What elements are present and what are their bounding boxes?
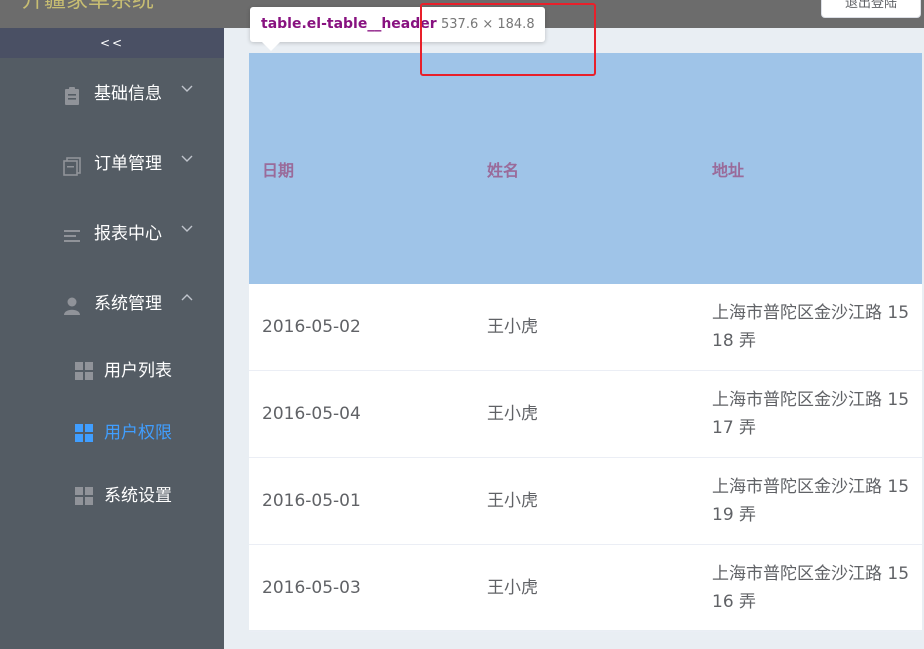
menu-label: 订单管理 <box>94 154 162 174</box>
cell-address: 上海市普陀区金沙江路 1518 弄 <box>712 303 910 351</box>
grid-icon <box>75 424 93 442</box>
cell-name: 王小虎 <box>487 404 538 424</box>
column-header-address[interactable]: 地址 <box>712 159 744 183</box>
menu-label: 系统管理 <box>94 294 162 314</box>
annotation-highlight-box <box>420 3 596 76</box>
menu-label: 基础信息 <box>94 84 162 104</box>
table-row[interactable]: 2016-05-04 王小虎 上海市普陀区金沙江路 1517 弄 <box>249 371 922 458</box>
grid-icon <box>75 487 93 505</box>
menu-item-label: 用户列表 <box>104 361 172 381</box>
cell-name: 王小虎 <box>487 317 538 337</box>
cell-address: 上海市普陀区金沙江路 1519 弄 <box>712 477 910 525</box>
table-row[interactable]: 2016-05-02 王小虎 上海市普陀区金沙江路 1518 弄 <box>249 284 922 371</box>
cell-name: 王小虎 <box>487 491 538 511</box>
element-selector: table.el-table__header <box>261 16 437 32</box>
sidebar: << 基础信息 订单管理 报表中心 系统管理 用户列表 用户权限 系统设置 <box>0 28 224 649</box>
menu-basic-info[interactable]: 基础信息 <box>0 60 224 130</box>
cell-date: 2016-05-01 <box>262 491 361 511</box>
list-icon <box>64 230 80 242</box>
chevron-down-icon <box>181 85 193 92</box>
menu-item-label: 系统设置 <box>104 486 172 506</box>
cell-address: 上海市普陀区金沙江路 1516 弄 <box>712 564 910 612</box>
chevron-down-icon <box>181 225 193 232</box>
grid-icon <box>75 362 93 380</box>
table-header: 日期 姓名 地址 <box>249 53 922 284</box>
cell-date: 2016-05-02 <box>262 317 361 337</box>
app-title: 升疆家卓系统 <box>22 0 155 13</box>
clipboard-icon <box>65 87 79 105</box>
column-header-date[interactable]: 日期 <box>262 159 294 183</box>
logout-button[interactable]: 退出登陆 <box>821 0 921 18</box>
cell-date: 2016-05-04 <box>262 404 361 424</box>
column-header-name[interactable]: 姓名 <box>487 159 519 183</box>
cell-date: 2016-05-03 <box>262 578 361 598</box>
collapse-sidebar-button[interactable]: << <box>0 28 224 58</box>
chevron-up-icon <box>181 294 193 301</box>
chevron-down-icon <box>181 155 193 162</box>
tooltip-arrow <box>262 42 280 51</box>
cell-name: 王小虎 <box>487 578 538 598</box>
menu-system[interactable]: 系统管理 <box>0 270 224 340</box>
menu-item-system-settings[interactable]: 系统设置 <box>0 465 224 527</box>
documents-icon <box>63 157 81 176</box>
data-table: 日期 姓名 地址 2016-05-02 王小虎 上海市普陀区金沙江路 1518 … <box>249 53 922 632</box>
menu-orders[interactable]: 订单管理 <box>0 130 224 200</box>
user-icon <box>64 297 80 315</box>
menu-item-user-list[interactable]: 用户列表 <box>0 340 224 402</box>
menu-reports[interactable]: 报表中心 <box>0 200 224 270</box>
menu-item-user-permissions[interactable]: 用户权限 <box>0 402 224 464</box>
menu-item-label: 用户权限 <box>104 423 172 443</box>
cell-address: 上海市普陀区金沙江路 1517 弄 <box>712 390 910 438</box>
menu-label: 报表中心 <box>94 224 162 244</box>
table-row[interactable]: 2016-05-01 王小虎 上海市普陀区金沙江路 1519 弄 <box>249 458 922 545</box>
table-row[interactable]: 2016-05-03 王小虎 上海市普陀区金沙江路 1516 弄 <box>249 545 922 632</box>
